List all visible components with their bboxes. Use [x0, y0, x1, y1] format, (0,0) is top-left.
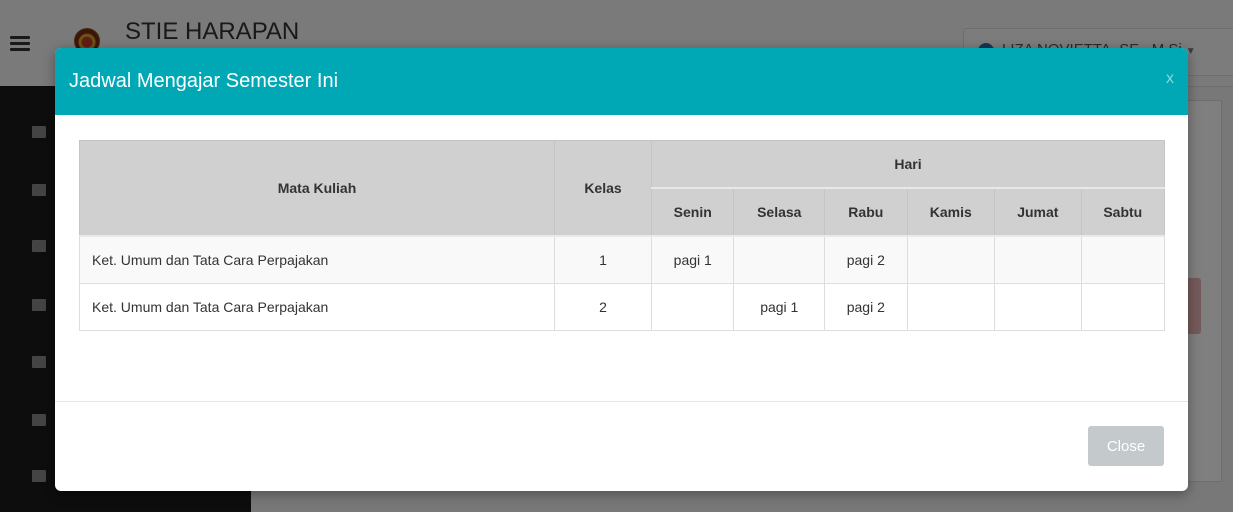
cell-course: Ket. Umum dan Tata Cara Perpajakan: [79, 235, 555, 284]
modal-footer: Close: [55, 401, 1188, 491]
cell-day: [994, 235, 1082, 284]
cell-day: pagi 2: [824, 235, 908, 284]
modal-close-x-button[interactable]: x: [1166, 70, 1174, 88]
schedule-table: Mata Kuliah Kelas Hari Senin Selasa Rabu…: [79, 140, 1166, 331]
cell-class: 1: [554, 235, 652, 284]
cell-course: Ket. Umum dan Tata Cara Perpajakan: [79, 283, 555, 331]
cell-class: 2: [554, 283, 652, 331]
cell-day: [906, 235, 996, 284]
header-class: Kelas: [554, 140, 652, 237]
cell-day: pagi 1: [733, 283, 826, 331]
close-button[interactable]: Close: [1088, 426, 1164, 466]
schedule-modal: Jadwal Mengajar Semester Ini x Mata Kuli…: [55, 48, 1188, 491]
table-row: Ket. Umum dan Tata Cara Perpajakan 1 pag…: [79, 235, 1166, 284]
cell-day: [650, 283, 735, 331]
header-day-kamis: Kamis: [906, 187, 996, 237]
header-day-sabtu: Sabtu: [1080, 187, 1166, 237]
cell-day: pagi 1: [650, 235, 735, 284]
cell-day: [1080, 235, 1166, 284]
header-day-senin: Senin: [650, 187, 735, 237]
modal-body: Mata Kuliah Kelas Hari Senin Selasa Rabu…: [55, 115, 1188, 400]
modal-title: Jadwal Mengajar Semester Ini: [69, 70, 339, 92]
cell-day: [733, 235, 826, 284]
table-row: Ket. Umum dan Tata Cara Perpajakan 2 pag…: [79, 283, 1166, 331]
cell-day: [994, 283, 1082, 331]
header-day-jumat: Jumat: [994, 187, 1082, 237]
header-day-selasa: Selasa: [733, 187, 826, 237]
modal-header: Jadwal Mengajar Semester Ini x: [55, 48, 1188, 115]
cell-day: [906, 283, 996, 331]
cell-day: [1080, 283, 1166, 331]
cell-day: pagi 2: [824, 283, 908, 331]
header-course: Mata Kuliah: [79, 140, 555, 237]
header-day-group: Hari: [651, 140, 1165, 189]
header-day-rabu: Rabu: [824, 187, 908, 237]
